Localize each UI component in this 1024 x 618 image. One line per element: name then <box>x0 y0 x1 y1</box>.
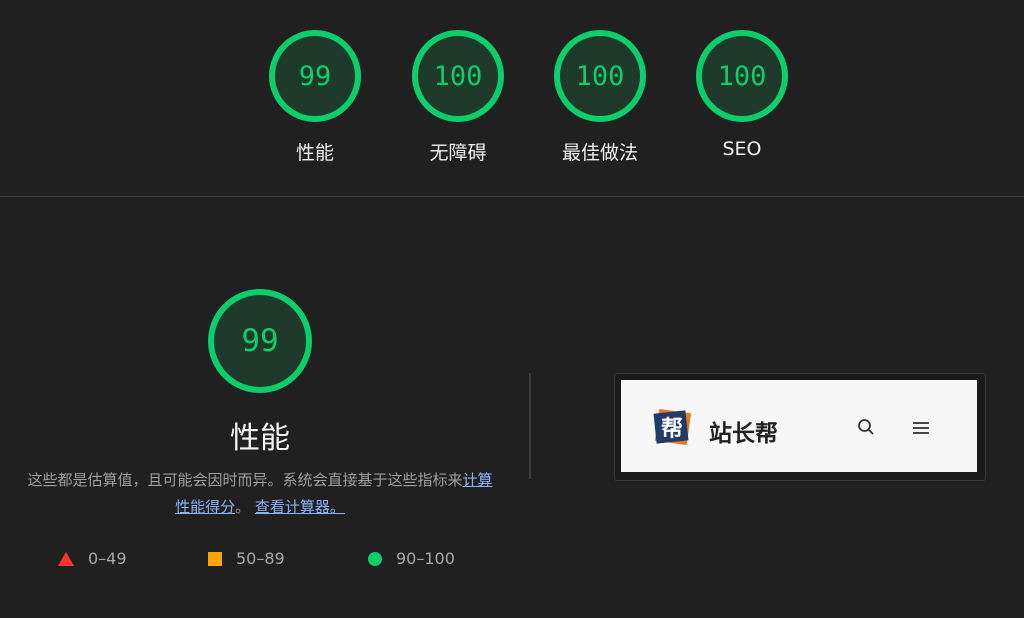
square-icon <box>208 551 222 566</box>
score-best-practices[interactable]: 100 最佳做法 <box>530 28 670 165</box>
description-separator: 。 <box>235 498 251 516</box>
preview-header: 帮 站长帮 <box>621 380 977 472</box>
category-scores: 99 性能 100 无障碍 100 最佳做法 100 SEO <box>0 0 1024 197</box>
search-icon[interactable] <box>857 418 875 440</box>
score-value: 100 <box>575 60 625 92</box>
circle-icon <box>368 551 382 566</box>
performance-score-value: 99 <box>241 323 279 359</box>
legend-average: 50–89 <box>208 549 285 568</box>
legend-label: 0–49 <box>88 549 127 568</box>
gauge-best-practices: 100 <box>552 28 648 124</box>
site-logo: 帮 <box>653 408 693 446</box>
score-performance[interactable]: 99 性能 <box>245 28 385 165</box>
triangle-icon <box>58 551 74 566</box>
menu-icon[interactable] <box>913 420 929 439</box>
score-value: 99 <box>298 60 332 92</box>
section-divider <box>0 196 1024 197</box>
description-text: 这些都是估算值，且可能会因时而异。系统会直接基于这些指标来 <box>27 471 463 489</box>
performance-title: 性能 <box>230 421 290 456</box>
site-name: 站长帮 <box>709 421 778 447</box>
score-value: 100 <box>717 60 767 92</box>
gauge-accessibility: 100 <box>410 28 506 124</box>
legend-label: 50–89 <box>236 549 285 568</box>
logo-char: 帮 <box>661 416 683 442</box>
gauge-seo: 100 <box>694 28 790 124</box>
score-seo[interactable]: 100 SEO <box>672 28 812 160</box>
legend-fail: 0–49 <box>58 549 127 568</box>
view-calculator-link[interactable]: 查看计算器。 <box>255 498 345 516</box>
performance-description: 这些都是估算值，且可能会因时而异。系统会直接基于这些指标来计算性能得分。 查看计… <box>20 467 500 521</box>
page-screenshot-preview[interactable]: 帮 站长帮 <box>614 373 986 481</box>
score-accessibility[interactable]: 100 无障碍 <box>388 28 528 165</box>
score-value: 100 <box>433 60 483 92</box>
gauge-performance: 99 <box>267 28 363 124</box>
score-legend: 0–49 50–89 90–100 <box>58 549 518 573</box>
legend-pass: 90–100 <box>368 549 455 568</box>
vertical-divider <box>529 373 531 479</box>
score-label: 最佳做法 <box>561 142 638 164</box>
legend-label: 90–100 <box>396 549 455 568</box>
performance-gauge: 99 <box>206 287 314 395</box>
score-label: SEO <box>722 138 762 160</box>
score-label: 无障碍 <box>429 142 487 164</box>
score-label: 性能 <box>295 142 334 164</box>
